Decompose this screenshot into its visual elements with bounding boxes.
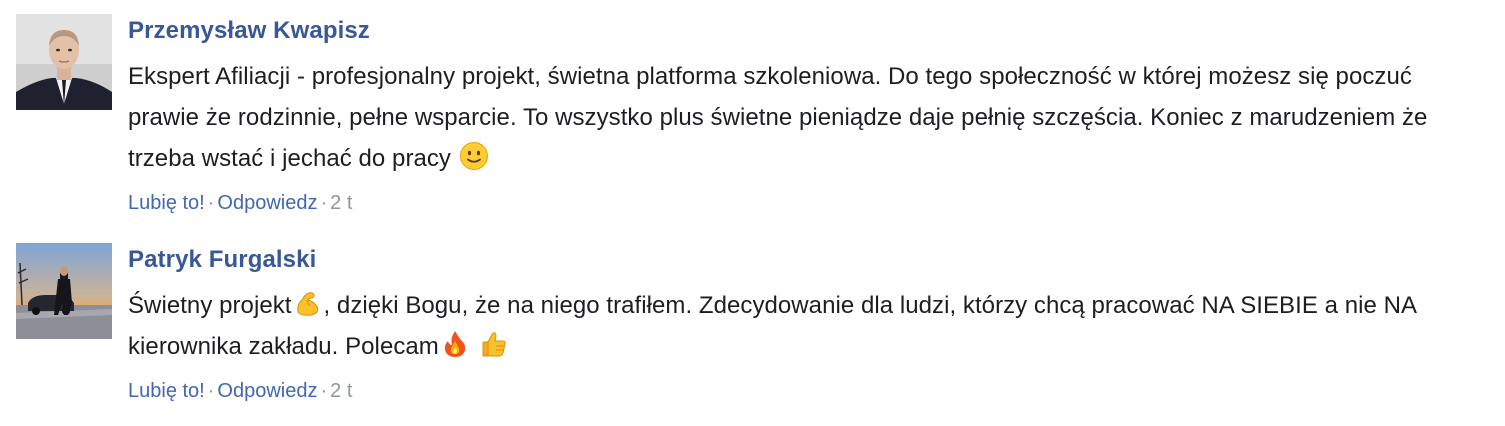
comment-actions: Lubię to! · Odpowiedz · 2 t bbox=[128, 189, 1489, 217]
comment-text-part: Ekspert Afiliacji - profesjonalny projek… bbox=[128, 63, 1428, 172]
like-button[interactable]: Lubię to! bbox=[128, 380, 205, 402]
man-in-suit-avatar-icon bbox=[16, 14, 112, 110]
comment-text-part: Świetny projekt bbox=[128, 292, 292, 319]
comment-timestamp[interactable]: 2 t bbox=[330, 192, 352, 214]
separator: · bbox=[320, 380, 328, 402]
comment-author[interactable]: Patryk Furgalski bbox=[128, 243, 1489, 277]
comment-timestamp[interactable]: 2 t bbox=[330, 380, 352, 402]
slightly-smiling-face-emoji-icon bbox=[459, 141, 489, 171]
comment-body: Patryk Furgalski Świetny projekt, dzięki… bbox=[128, 243, 1489, 405]
separator: · bbox=[320, 192, 328, 214]
flexed-biceps-emoji-icon bbox=[293, 288, 323, 318]
avatar[interactable] bbox=[16, 243, 112, 339]
reply-button[interactable]: Odpowiedz bbox=[217, 380, 317, 402]
comment-author[interactable]: Przemysław Kwapisz bbox=[128, 14, 1489, 48]
thumbs-up-emoji-icon bbox=[479, 329, 509, 359]
comment-actions: Lubię to! · Odpowiedz · 2 t bbox=[128, 377, 1489, 405]
reply-button[interactable]: Odpowiedz bbox=[217, 192, 317, 214]
like-button[interactable]: Lubię to! bbox=[128, 192, 205, 214]
comment-body: Przemysław Kwapisz Ekspert Afiliacji - p… bbox=[128, 14, 1489, 217]
comment-text: Świetny projekt, dzięki Bogu, że na nieg… bbox=[128, 285, 1489, 367]
avatar[interactable] bbox=[16, 14, 112, 110]
separator: · bbox=[207, 192, 215, 214]
separator: · bbox=[207, 380, 215, 402]
comment-text: Ekspert Afiliacji - profesjonalny projek… bbox=[128, 56, 1489, 179]
fire-emoji-icon bbox=[440, 329, 470, 359]
man-with-car-sunset-avatar-icon bbox=[16, 243, 112, 339]
